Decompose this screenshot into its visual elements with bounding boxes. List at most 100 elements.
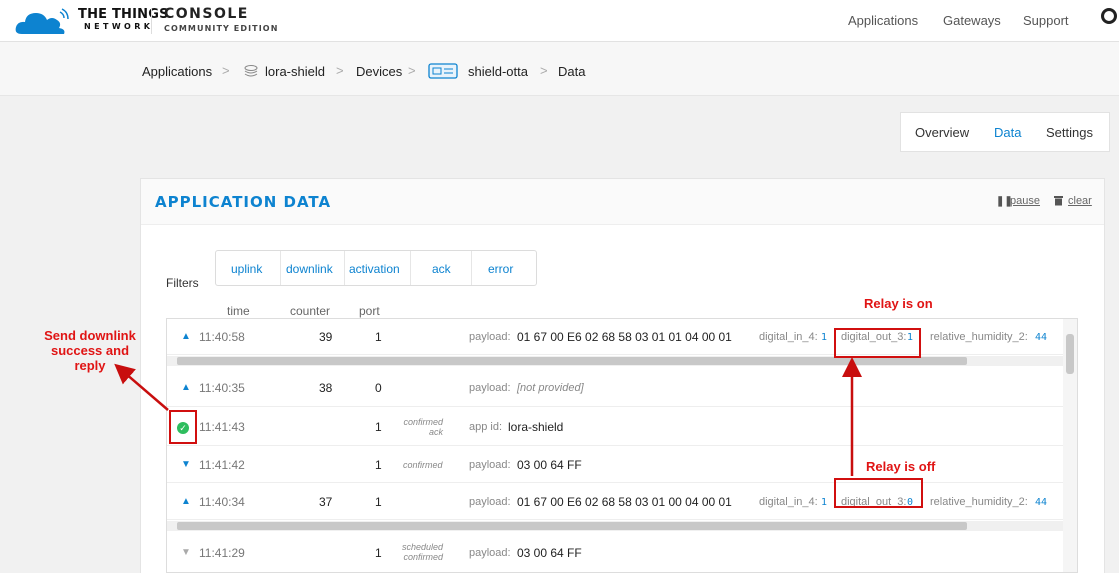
top-bar: THE THINGS NETWORK CONSOLE COMMUNITY EDI… (0, 0, 1119, 42)
row-port: 1 (375, 546, 382, 560)
breadcrumb: Applications > lora-shield > Devices > s… (0, 42, 1119, 96)
payload-label: payload: (469, 547, 511, 559)
tag-confirmed: confirmed (403, 460, 443, 470)
field-digital-in-4-label: digital_in_4: (759, 331, 818, 343)
row-time: 11:40:35 (199, 381, 245, 395)
annotation-box-ack (169, 410, 197, 444)
row-time: 11:40:34 (199, 495, 245, 509)
row-counter: 37 (319, 495, 333, 509)
filter-button-group: uplink downlink activation ack error (215, 250, 537, 286)
logo-subtitle: NETWORK (84, 22, 154, 31)
row-time: 11:41:42 (199, 458, 245, 472)
breadcrumb-data: Data (558, 64, 586, 79)
field-digital-in-4-label: digital_in_4: (759, 496, 818, 508)
device-board-icon (428, 63, 458, 79)
nav-support[interactable]: Support (1023, 13, 1069, 28)
breadcrumb-separator: > (408, 63, 416, 78)
tab-settings[interactable]: Settings (1046, 125, 1093, 140)
horizontal-scrollbar[interactable] (167, 521, 1063, 531)
tag-confirmed: confirmed (403, 552, 443, 562)
message-table[interactable]: ▲ 11:40:58 39 1 payload: 01 67 00 E6 02 … (166, 318, 1078, 573)
breadcrumb-separator: > (222, 63, 230, 78)
application-stack-icon (244, 65, 258, 77)
table-row[interactable]: ▲ 11:40:35 38 0 payload: [not provided] (167, 369, 1077, 407)
filter-ack[interactable]: ack (432, 262, 451, 276)
nav-applications[interactable]: Applications (848, 13, 918, 28)
scrollbar-thumb[interactable] (1066, 334, 1074, 374)
console-title: CONSOLE (164, 6, 249, 22)
uplink-arrow-icon: ▲ (181, 496, 191, 507)
row-counter: 39 (319, 330, 333, 344)
payload-label: payload: (469, 382, 511, 394)
vertical-scrollbar[interactable] (1063, 319, 1077, 572)
row-port: 1 (375, 330, 382, 344)
column-header-port: port (359, 304, 380, 318)
payload-label: payload: (469, 459, 511, 471)
filter-activation[interactable]: activation (349, 262, 400, 276)
breadcrumb-separator: > (540, 63, 548, 78)
row-time: 11:41:29 (199, 546, 245, 560)
logo-title: THE THINGS (78, 7, 169, 22)
annotation-downlink-line1: Send downlink (44, 328, 136, 343)
horizontal-scrollbar[interactable] (167, 356, 1063, 366)
row-port: 0 (375, 381, 382, 395)
row-port: 1 (375, 495, 382, 509)
nav-gateways[interactable]: Gateways (943, 13, 1001, 28)
scrollbar-thumb[interactable] (177, 522, 967, 530)
table-row[interactable]: ▲ 11:40:34 37 1 payload: 01 67 00 E6 02 … (167, 484, 1077, 520)
column-header-counter: counter (290, 304, 331, 318)
annotation-box-relay-off (834, 478, 923, 508)
breadcrumb-separator: > (336, 63, 344, 78)
downlink-arrow-icon: ▼ (181, 547, 191, 558)
clear-button[interactable]: clear (1068, 195, 1092, 207)
user-avatar-icon[interactable] (1101, 8, 1117, 24)
annotation-relay-off: Relay is off (866, 459, 936, 474)
filter-divider (471, 251, 472, 285)
field-digital-in-4-value: 1 (821, 497, 828, 508)
uplink-arrow-icon: ▲ (181, 331, 191, 342)
ttn-cloud-logo-icon[interactable] (14, 8, 74, 36)
trash-icon (1054, 196, 1063, 206)
pause-button[interactable]: pause (1010, 195, 1040, 207)
annotation-box-relay-on (834, 328, 921, 358)
table-row[interactable]: ▼ 11:41:29 1 scheduled confirmed payload… (167, 533, 1077, 572)
payload-hex: 01 67 00 E6 02 68 58 03 01 00 04 00 01 (517, 495, 732, 509)
scrollbar-thumb[interactable] (177, 357, 967, 365)
breadcrumb-devices[interactable]: Devices (356, 64, 402, 79)
tag-scheduled: scheduled (401, 542, 443, 552)
row-port: 1 (375, 458, 382, 472)
payload-not-provided: [not provided] (517, 382, 584, 394)
filter-divider (410, 251, 411, 285)
annotation-downlink: Send downlink success and reply (40, 328, 140, 373)
app-id-label: app id: (469, 421, 503, 433)
breadcrumb-lora-shield[interactable]: lora-shield (265, 64, 325, 79)
table-row[interactable]: ▼ 11:41:42 1 confirmed payload: 03 00 64… (167, 447, 1077, 483)
filter-divider (344, 251, 345, 285)
tab-overview[interactable]: Overview (915, 125, 969, 140)
app-id-value: lora-shield (508, 420, 564, 434)
annotation-relay-on: Relay is on (864, 296, 933, 311)
column-header-time: time (227, 304, 250, 318)
breadcrumb-shield-otta[interactable]: shield-otta (468, 64, 528, 79)
uplink-arrow-icon: ▲ (181, 382, 191, 393)
table-row[interactable]: ▲ 11:40:58 39 1 payload: 01 67 00 E6 02 … (167, 319, 1077, 355)
table-row[interactable]: ✓ 11:41:43 1 confirmed ack app id: lora-… (167, 408, 1077, 446)
payload-hex: 03 00 64 FF (517, 546, 582, 560)
payload-label: payload: (469, 496, 511, 508)
tag-confirmed: confirmed (403, 417, 443, 427)
panel-title: APPLICATION DATA (155, 193, 332, 211)
row-time: 11:41:43 (199, 420, 245, 434)
row-time: 11:40:58 (199, 330, 245, 344)
filter-error[interactable]: error (488, 262, 513, 276)
tab-data[interactable]: Data (994, 125, 1021, 140)
breadcrumb-applications[interactable]: Applications (142, 64, 212, 79)
panel-header: APPLICATION DATA ❚❚ pause clear (141, 179, 1104, 225)
filter-downlink[interactable]: downlink (286, 262, 333, 276)
console-edition: COMMUNITY EDITION (164, 24, 279, 33)
row-port: 1 (375, 420, 382, 434)
payload-label: payload: (469, 331, 511, 343)
payload-hex: 03 00 64 FF (517, 458, 582, 472)
field-relative-humidity-2-value: 44 (1035, 497, 1048, 508)
filter-uplink[interactable]: uplink (231, 262, 262, 276)
downlink-arrow-icon: ▼ (181, 459, 191, 470)
